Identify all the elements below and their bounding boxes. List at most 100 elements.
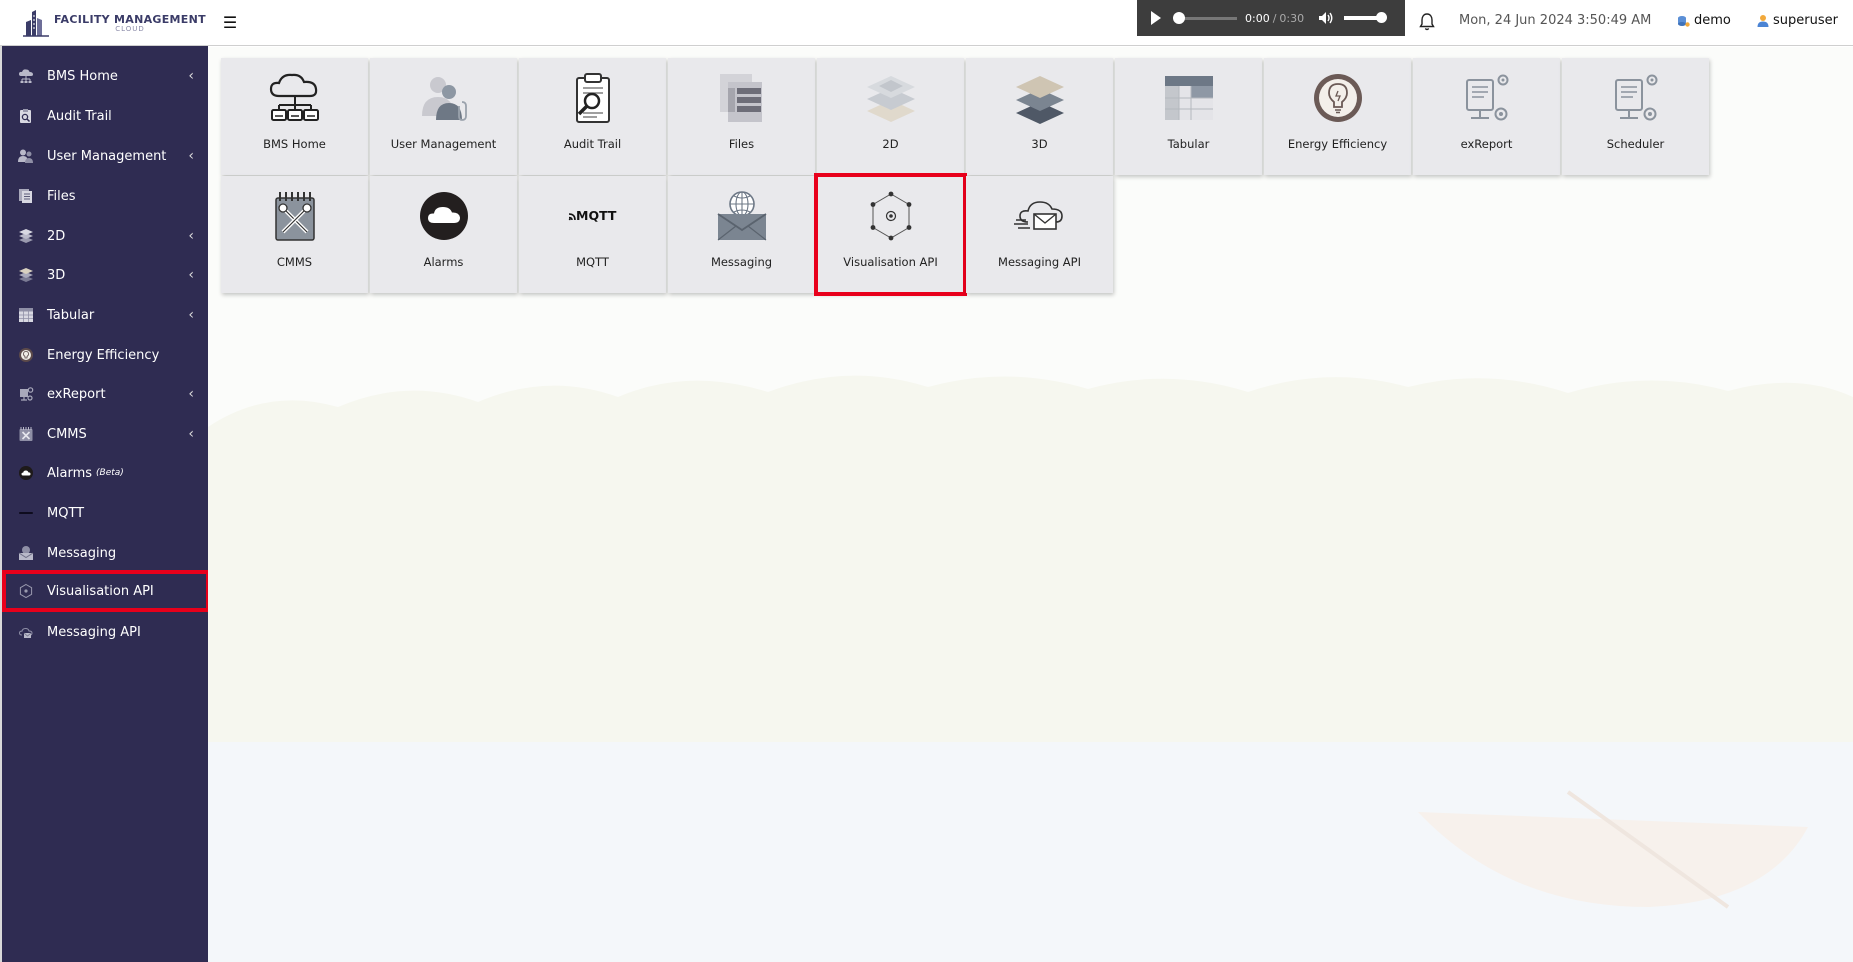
app-logo[interactable]: FACILITY MANAGEMENT CLOUD <box>0 0 208 46</box>
clipboard-search-icon <box>565 70 621 126</box>
tile-scheduler[interactable]: Scheduler <box>1562 58 1709 175</box>
tile-2d[interactable]: 2D <box>817 58 964 175</box>
tile-files[interactable]: Files <box>668 58 815 175</box>
tile-label: User Management <box>390 137 497 151</box>
tile-messaging-api[interactable]: Messaging API <box>966 176 1113 293</box>
envelope-globe-icon <box>714 188 770 244</box>
sidebar: BMS Home ‹ Audit Trail User Management ‹… <box>0 46 210 962</box>
seek-slider[interactable] <box>1173 11 1237 24</box>
logo-title: FACILITY MANAGEMENT <box>54 12 206 26</box>
sidebar-item-alarms[interactable]: Alarms (Beta) <box>2 454 210 492</box>
sidebar-item-files[interactable]: Files <box>2 177 210 215</box>
tile-cmms[interactable]: CMMS <box>221 176 368 293</box>
sidebar-item-cmms[interactable]: CMMS ‹ <box>2 415 210 453</box>
tile-user-management[interactable]: User Management <box>370 58 517 175</box>
tools-icon <box>267 188 323 244</box>
scheduler-gear-icon <box>1608 70 1664 126</box>
mqtt-logo-icon <box>18 505 34 521</box>
tile-bms-home[interactable]: BMS Home <box>221 58 368 175</box>
cloud-envelope-icon <box>1012 188 1068 244</box>
users-icon <box>18 148 34 164</box>
user-menu[interactable]: superuser <box>1757 13 1838 28</box>
sidebar-item-user-management[interactable]: User Management ‹ <box>2 137 210 175</box>
volume-icon[interactable] <box>1318 11 1334 25</box>
tile-messaging[interactable]: Messaging <box>668 176 815 293</box>
layers-2d-icon <box>863 70 919 126</box>
layers-3d-icon <box>1012 70 1068 126</box>
hamburger-icon: ☰ <box>222 12 238 32</box>
menu-toggle-button[interactable]: ☰ <box>218 10 242 34</box>
tile-label: Visualisation API <box>843 255 938 269</box>
cloud-circle-icon <box>18 465 34 481</box>
tile-visualisation-api[interactable]: Visualisation API <box>814 173 967 296</box>
sidebar-item-2d[interactable]: 2D ‹ <box>2 217 210 255</box>
cloud-envelope-icon <box>18 624 34 640</box>
sidebar-item-label: Alarms <box>47 465 93 481</box>
tile-label: MQTT <box>576 255 609 269</box>
audio-player: 0:00 / 0:30 <box>1137 0 1405 36</box>
tile-mqtt[interactable]: MQTT MQTT <box>519 176 666 293</box>
tile-label: Scheduler <box>1606 137 1665 151</box>
tile-tabular[interactable]: Tabular <box>1115 58 1262 175</box>
sidebar-item-bms-home[interactable]: BMS Home ‹ <box>2 57 210 95</box>
demo-label: demo <box>1694 13 1731 28</box>
volume-knob[interactable] <box>1376 12 1388 23</box>
sidebar-item-messaging[interactable]: Messaging <box>2 534 210 572</box>
sidebar-item-audit-trail[interactable]: Audit Trail <box>2 97 210 135</box>
sidebar-item-label: Visualisation API <box>47 583 154 599</box>
tile-energy-efficiency[interactable]: Energy Efficiency <box>1264 58 1411 175</box>
database-link-icon <box>1678 15 1690 27</box>
hexagon-network-icon <box>863 188 919 244</box>
tile-alarms[interactable]: Alarms <box>370 176 517 293</box>
tools-icon <box>18 426 34 442</box>
envelope-globe-icon <box>18 545 34 561</box>
files-icon <box>18 188 34 204</box>
sidebar-item-visualisation-api[interactable]: Visualisation API <box>2 570 210 612</box>
cloud-circle-icon <box>416 188 472 244</box>
tile-audit-trail[interactable]: Audit Trail <box>519 58 666 175</box>
cloud-network-icon <box>18 68 34 84</box>
sidebar-item-label: BMS Home <box>47 68 118 84</box>
report-gear-icon <box>1459 70 1515 126</box>
sidebar-item-label: CMMS <box>47 426 87 442</box>
volume-slider[interactable] <box>1344 12 1388 23</box>
layers-2d-icon <box>18 228 34 244</box>
layers-3d-icon <box>18 267 34 283</box>
bell-icon[interactable] <box>1418 12 1436 32</box>
sidebar-item-label: Tabular <box>47 307 95 323</box>
user-icon <box>1757 15 1769 27</box>
beta-badge: (Beta) <box>96 468 124 478</box>
audio-duration: 0:30 <box>1279 11 1305 25</box>
sidebar-item-3d[interactable]: 3D ‹ <box>2 256 210 294</box>
sidebar-item-energy-efficiency[interactable]: Energy Efficiency <box>2 336 210 374</box>
seek-knob[interactable] <box>1173 11 1185 24</box>
tile-label: Audit Trail <box>563 137 622 151</box>
report-gear-icon <box>18 386 34 402</box>
sidebar-item-exreport[interactable]: exReport ‹ <box>2 375 210 413</box>
sidebar-item-label: User Management <box>47 148 167 164</box>
sidebar-item-label: MQTT <box>47 505 85 521</box>
chevron-left-icon: ‹ <box>188 68 194 84</box>
top-bar: FACILITY MANAGEMENT CLOUD ☰ 0:00 / 0:30 … <box>0 0 1853 46</box>
sidebar-item-mqtt[interactable]: MQTT <box>2 494 210 532</box>
demo-link[interactable]: demo <box>1677 13 1731 28</box>
chevron-left-icon: ‹ <box>188 386 194 402</box>
tile-exreport[interactable]: exReport <box>1413 58 1560 175</box>
sidebar-item-messaging-api[interactable]: Messaging API <box>2 613 210 651</box>
lightbulb-icon <box>1310 70 1366 126</box>
files-icon <box>714 70 770 126</box>
sidebar-item-label: Audit Trail <box>47 108 112 124</box>
tile-3d[interactable]: 3D <box>966 58 1113 175</box>
chevron-left-icon: ‹ <box>188 228 194 244</box>
sidebar-item-label: Messaging API <box>47 624 141 640</box>
tile-label: 2D <box>882 137 899 151</box>
table-icon <box>1161 70 1217 126</box>
lightbulb-icon <box>18 347 34 363</box>
hexagon-network-icon <box>18 583 34 599</box>
play-button[interactable] <box>1151 11 1161 25</box>
sidebar-item-label: Messaging <box>47 545 117 561</box>
chevron-left-icon: ‹ <box>188 148 194 164</box>
users-icon <box>416 70 472 126</box>
sidebar-item-tabular[interactable]: Tabular ‹ <box>2 296 210 334</box>
mqtt-logo-icon: MQTT <box>565 188 621 244</box>
